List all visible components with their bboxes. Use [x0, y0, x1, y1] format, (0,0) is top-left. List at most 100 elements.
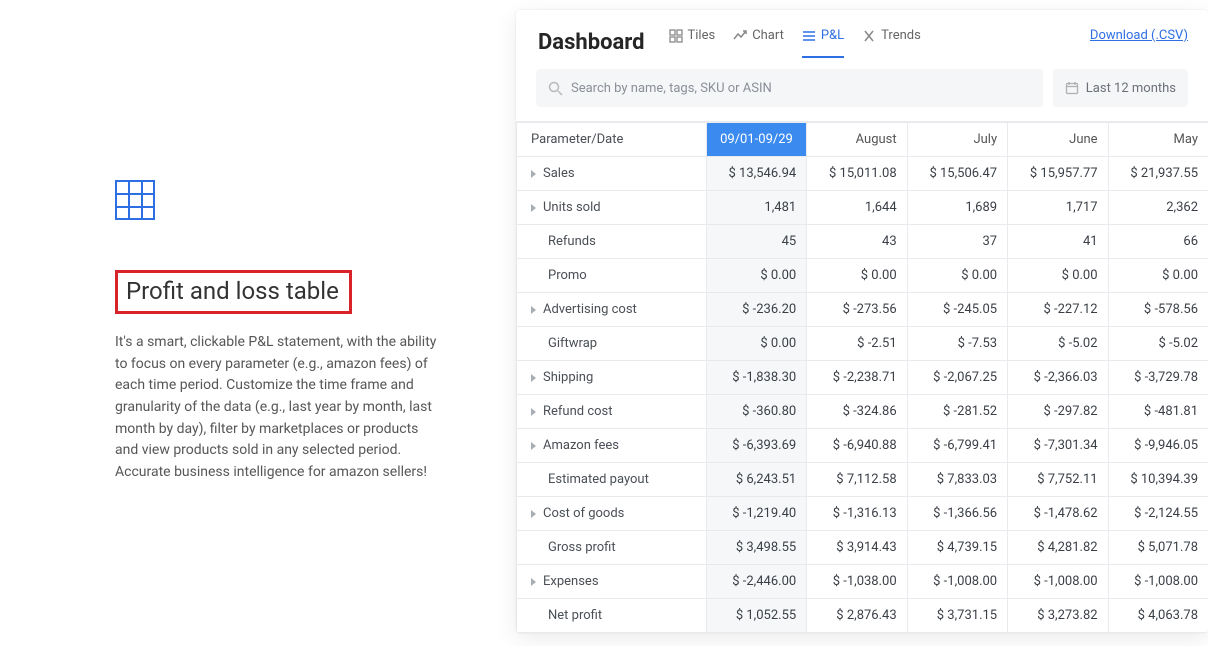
- table-row[interactable]: Gross profit$ 3,498.55$ 3,914.43$ 4,739.…: [517, 531, 1208, 565]
- page-title: Dashboard: [538, 30, 645, 55]
- cell: $ 4,281.82: [1008, 531, 1108, 565]
- cell: 45: [706, 225, 806, 259]
- row-label[interactable]: Expenses: [517, 565, 707, 599]
- cell: $ -227.12: [1008, 293, 1108, 327]
- row-label[interactable]: Giftwrap: [517, 327, 707, 361]
- row-label[interactable]: Sales: [517, 157, 707, 191]
- expand-caret-icon[interactable]: [531, 578, 536, 586]
- table-row[interactable]: Expenses$ -2,446.00$ -1,038.00$ -1,008.0…: [517, 565, 1208, 599]
- cell: $ 6,243.51: [706, 463, 806, 497]
- cell: 1.74%: [706, 633, 806, 634]
- table-row[interactable]: Advertising cost$ -236.20$ -273.56$ -245…: [517, 293, 1208, 327]
- cell: $ -1,219.40: [706, 497, 806, 531]
- col-month[interactable]: August: [807, 123, 907, 157]
- expand-caret-icon[interactable]: [531, 306, 536, 314]
- feature-title-highlight: Profit and loss table: [115, 270, 352, 314]
- cell: $ 5,071.78: [1108, 531, 1208, 565]
- tab-pl[interactable]: P&L: [802, 28, 844, 57]
- cell: 1,644: [807, 191, 907, 225]
- cell: $ 0.00: [706, 327, 806, 361]
- search-input[interactable]: Search by name, tags, SKU or ASIN: [536, 69, 1043, 107]
- expand-caret-icon[interactable]: [531, 204, 536, 212]
- table-row[interactable]: Refund cost$ -360.80$ -324.86$ -281.52$ …: [517, 395, 1208, 429]
- row-label[interactable]: Amazon fees: [517, 429, 707, 463]
- cell: 2.64%: [1108, 633, 1208, 634]
- pl-table-container: Parameter/Date 09/01-09/29 August July J…: [516, 121, 1208, 633]
- cell: 43: [807, 225, 907, 259]
- search-icon: [548, 81, 563, 96]
- cell: $ 7,752.11: [1008, 463, 1108, 497]
- cell: $ 4,063.78: [1108, 599, 1208, 633]
- table-row[interactable]: Sales$ 13,546.94$ 15,011.08$ 15,506.47$ …: [517, 157, 1208, 191]
- col-month[interactable]: May: [1108, 123, 1208, 157]
- cell: $ -273.56: [807, 293, 907, 327]
- cell: 1,717: [1008, 191, 1108, 225]
- table-row[interactable]: Net profit$ 1,052.55$ 2,876.43$ 3,731.15…: [517, 599, 1208, 633]
- table-row[interactable]: Real ACOS1.74%1.82%1.58%1.42%2.64%4.: [517, 633, 1208, 634]
- cell: $ 10,394.39: [1108, 463, 1208, 497]
- expand-caret-icon[interactable]: [531, 374, 536, 382]
- cell: $ -324.86: [807, 395, 907, 429]
- expand-caret-icon[interactable]: [531, 442, 536, 450]
- date-range-picker[interactable]: Last 12 months: [1053, 69, 1188, 107]
- tab-label: Tiles: [688, 28, 716, 43]
- download-csv-link[interactable]: Download (.CSV): [1090, 28, 1188, 57]
- row-label[interactable]: Advertising cost: [517, 293, 707, 327]
- tab-chart[interactable]: Chart: [733, 28, 784, 57]
- table-row[interactable]: Amazon fees$ -6,393.69$ -6,940.88$ -6,79…: [517, 429, 1208, 463]
- row-label[interactable]: Gross profit: [517, 531, 707, 565]
- col-month[interactable]: 09/01-09/29: [706, 123, 806, 157]
- tiles-icon: [669, 29, 683, 43]
- cell: 1.82%: [807, 633, 907, 634]
- table-row[interactable]: Shipping$ -1,838.30$ -2,238.71$ -2,067.2…: [517, 361, 1208, 395]
- cell: $ 4,739.15: [907, 531, 1007, 565]
- cell: $ -245.05: [907, 293, 1007, 327]
- tab-trends[interactable]: Trends: [862, 28, 921, 57]
- cell: $ -1,038.00: [807, 565, 907, 599]
- table-row[interactable]: Estimated payout$ 6,243.51$ 7,112.58$ 7,…: [517, 463, 1208, 497]
- cell: $ -7,301.34: [1008, 429, 1108, 463]
- row-label[interactable]: Cost of goods: [517, 497, 707, 531]
- row-label[interactable]: Units sold: [517, 191, 707, 225]
- row-label[interactable]: Refund cost: [517, 395, 707, 429]
- cell: $ 15,957.77: [1008, 157, 1108, 191]
- table-row[interactable]: Units sold1,4811,6441,6891,7172,3621,: [517, 191, 1208, 225]
- cell: $ -6,393.69: [706, 429, 806, 463]
- tab-label: P&L: [821, 28, 844, 43]
- grid-icon: [115, 180, 155, 220]
- table-row[interactable]: Refunds4543374166: [517, 225, 1208, 259]
- cell: $ -1,366.56: [907, 497, 1007, 531]
- cell: $ 0.00: [706, 259, 806, 293]
- cell: $ -1,008.00: [1108, 565, 1208, 599]
- col-month[interactable]: June: [1008, 123, 1108, 157]
- tab-label: Trends: [881, 28, 921, 43]
- cell: 1,689: [907, 191, 1007, 225]
- table-row[interactable]: Giftwrap$ 0.00$ -2.51$ -7.53$ -5.02$ -5.…: [517, 327, 1208, 361]
- trends-icon: [862, 29, 876, 43]
- table-row[interactable]: Cost of goods$ -1,219.40$ -1,316.13$ -1,…: [517, 497, 1208, 531]
- card-header: Dashboard Tiles Chart P&L: [516, 10, 1208, 69]
- row-label[interactable]: Estimated payout: [517, 463, 707, 497]
- pl-table: Parameter/Date 09/01-09/29 August July J…: [516, 122, 1208, 633]
- expand-caret-icon[interactable]: [531, 170, 536, 178]
- cell: $ 15,011.08: [807, 157, 907, 191]
- expand-caret-icon[interactable]: [531, 510, 536, 518]
- cell: $ -360.80: [706, 395, 806, 429]
- col-month[interactable]: July: [907, 123, 1007, 157]
- row-label[interactable]: Real ACOS: [517, 633, 707, 634]
- col-parameter[interactable]: Parameter/Date: [517, 123, 707, 157]
- row-label[interactable]: Net profit: [517, 599, 707, 633]
- row-label[interactable]: Refunds: [517, 225, 707, 259]
- table-row[interactable]: Promo$ 0.00$ 0.00$ 0.00$ 0.00$ 0.00$ (: [517, 259, 1208, 293]
- row-label[interactable]: Promo: [517, 259, 707, 293]
- expand-caret-icon[interactable]: [531, 408, 536, 416]
- cell: $ 3,731.15: [907, 599, 1007, 633]
- cell: $ 7,833.03: [907, 463, 1007, 497]
- tab-tiles[interactable]: Tiles: [669, 28, 716, 57]
- cell: $ 3,498.55: [706, 531, 806, 565]
- cell: 1,481: [706, 191, 806, 225]
- cell: $ -1,008.00: [907, 565, 1007, 599]
- row-label[interactable]: Shipping: [517, 361, 707, 395]
- cell: $ 13,546.94: [706, 157, 806, 191]
- cell: $ 0.00: [1108, 259, 1208, 293]
